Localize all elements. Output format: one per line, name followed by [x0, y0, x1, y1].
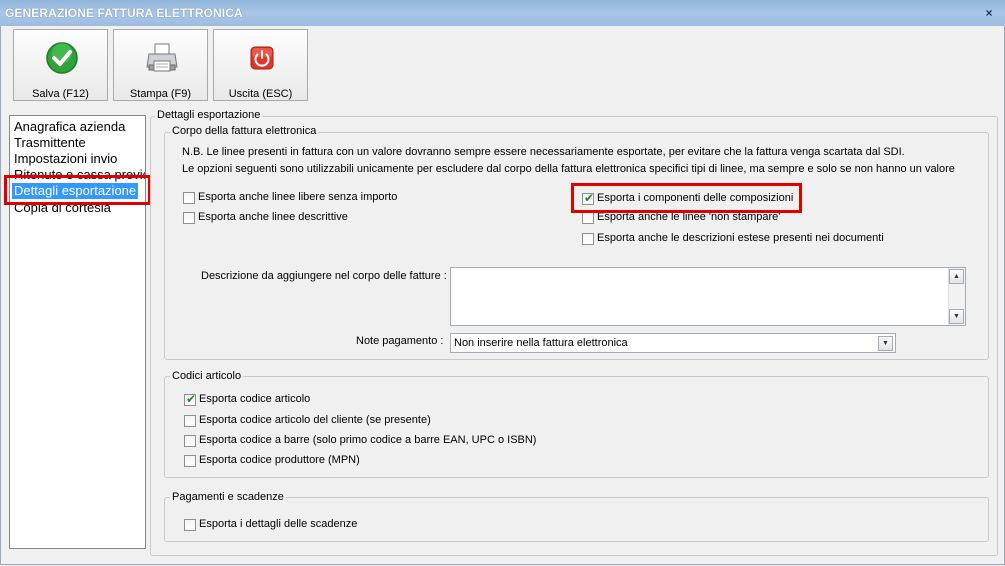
scroll-down-icon[interactable]: ▼	[949, 309, 964, 324]
printer-icon	[146, 43, 178, 72]
print-button[interactable]: Stampa (F9)	[113, 29, 208, 101]
label-codice-cliente: Esporta codice articolo del cliente (se …	[199, 414, 431, 426]
corpo-note-1: N.B. Le linee presenti in fattura con un…	[182, 146, 905, 158]
checkbox-codice-articolo[interactable]: ✔	[184, 392, 197, 406]
exit-button-label: Uscita (ESC)	[228, 88, 293, 100]
highlight-box-componenti	[571, 183, 802, 213]
checkbox-codice-barre[interactable]	[184, 435, 196, 447]
nav-item-anagrafica[interactable]: Anagrafica azienda	[14, 119, 125, 135]
nav-item-trasmittente[interactable]: Trasmittente	[14, 135, 86, 151]
codici-group-title: Codici articolo	[170, 370, 244, 382]
checkbox-codice-produttore[interactable]	[184, 455, 196, 467]
label-linee-descrittive: Esporta anche linee descrittive	[198, 211, 348, 223]
check-circle-icon	[46, 42, 78, 74]
save-button[interactable]: Salva (F12)	[13, 29, 108, 101]
checkbox-codice-cliente[interactable]	[184, 415, 196, 427]
checkmark-icon: ✔	[186, 392, 197, 406]
close-icon[interactable]: ×	[980, 6, 998, 20]
label-codice-barre: Esporta codice a barre (solo primo codic…	[199, 434, 537, 446]
descr-textarea[interactable]: ▲ ▼	[450, 267, 966, 326]
label-linee-libere: Esporta anche linee libere senza importo	[198, 191, 398, 203]
descr-scrollbar[interactable]: ▲ ▼	[948, 268, 965, 325]
descr-label: Descrizione da aggiungere nel corpo dell…	[201, 270, 447, 282]
checkbox-non-stampare[interactable]	[582, 212, 594, 224]
window-title: GENERAZIONE FATTURA ELETTRONICA	[5, 6, 243, 20]
exit-button[interactable]: Uscita (ESC)	[213, 29, 308, 101]
label-dettagli-scadenze: Esporta i dettagli delle scadenze	[199, 518, 358, 530]
label-codice-articolo: Esporta codice articolo	[199, 393, 311, 405]
highlight-box-nav	[4, 175, 151, 205]
checkbox-dettagli-scadenze[interactable]	[184, 519, 196, 531]
dettagli-group-title: Dettagli esportazione	[155, 109, 263, 121]
pagamenti-group-title: Pagamenti e scadenze	[170, 491, 286, 503]
checkbox-linee-libere[interactable]	[183, 192, 195, 204]
save-button-label: Salva (F12)	[32, 88, 89, 100]
label-descrizioni-estese: Esporta anche le descrizioni estese pres…	[597, 232, 884, 244]
chevron-down-icon[interactable]: ▼	[878, 336, 893, 351]
descr-text	[451, 268, 949, 325]
corpo-note-2: Le opzioni seguenti sono utilizzabili un…	[182, 163, 955, 175]
checkbox-linee-descrittive[interactable]	[183, 212, 195, 224]
power-icon	[250, 46, 274, 70]
title-bar: GENERAZIONE FATTURA ELETTRONICA ×	[0, 0, 1005, 27]
nav-item-impostazioni[interactable]: Impostazioni invio	[14, 151, 117, 167]
note-pagamento-select[interactable]: Non inserire nella fattura elettronica ▼	[450, 333, 896, 353]
note-pagamento-label: Note pagamento :	[356, 335, 444, 347]
print-button-label: Stampa (F9)	[129, 88, 192, 100]
note-pagamento-value: Non inserire nella fattura elettronica	[454, 337, 628, 349]
checkbox-descrizioni-estese[interactable]	[582, 233, 594, 245]
label-codice-produttore: Esporta codice produttore (MPN)	[199, 454, 360, 466]
corpo-group-title: Corpo della fattura elettronica	[170, 125, 319, 137]
scroll-up-icon[interactable]: ▲	[949, 269, 964, 284]
